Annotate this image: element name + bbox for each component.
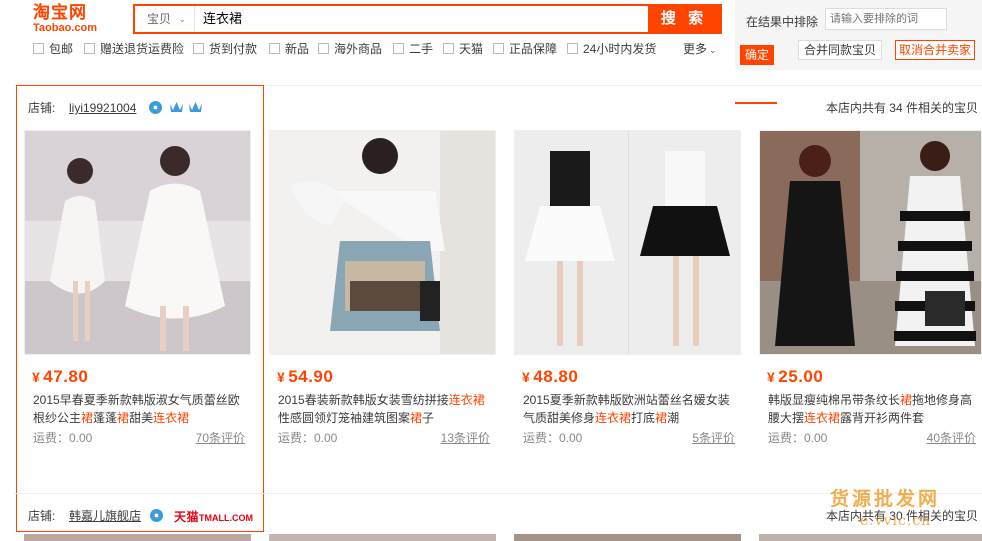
filter-label: 包邮 [49,42,74,56]
shipping-fee: 运费：0.00 [33,431,93,445]
checkbox[interactable] [84,43,95,54]
unmerge-sellers-button[interactable]: 取消合并卖家 [895,40,975,60]
checkbox[interactable] [269,43,280,54]
shop-item-count[interactable]: 本店内共有 34 件相关的宝贝 [826,98,978,118]
filter-cod[interactable]: 货到付款 [193,40,257,58]
filter-label: 二手 [409,42,434,56]
search-type-label: 宝贝 [147,12,172,26]
more-label: 更多 [683,42,708,56]
review-count-link[interactable]: 70条评价 [196,429,245,446]
filter-label: 海外商品 [334,42,383,56]
search-button[interactable]: 搜 索 [648,4,720,34]
merge-same-items-button[interactable]: 合并同款宝贝 [798,40,882,60]
watermark-text-en: e.vvic.cn [860,513,932,529]
filter-row: 包邮 赠送退货运费险 货到付款 新品 海外商品 二手 天猫 正品保障 24小时内… [0,40,735,58]
checkbox[interactable] [318,43,329,54]
review-count-link[interactable]: 13条评价 [441,429,490,446]
filter-label: 赠送退货运费险 [100,42,185,56]
product-title-link[interactable]: 2015早春夏季新款韩版淑女气质蕾丝欧根纱公主裙蓬蓬裙甜美连衣裙 [33,391,245,427]
filter-free-shipping[interactable]: 包邮 [33,40,73,58]
shipping-fee: 运费：0.00 [523,431,583,445]
search-type-select[interactable]: 宝贝 ⌄ [135,6,195,32]
product-title-link[interactable]: 韩版显瘦纯棉吊带条纹长裙拖地修身高腰大摆连衣裙露背开衫两件套 [768,391,980,427]
product-price: ¥54.90 [277,367,334,386]
search-bar: 宝贝 ⌄ 搜 索 [133,4,722,34]
filter-label: 新品 [285,42,310,56]
product-price: ¥47.80 [32,367,89,386]
product-image[interactable] [514,130,741,355]
review-count-link[interactable]: 5条评价 [692,429,735,446]
product-card[interactable]: ¥47.80 2015早春夏季新款韩版淑女气质蕾丝欧根纱公主裙蓬蓬裙甜美连衣裙 … [24,130,251,450]
product-card[interactable]: ¥48.80 2015夏季新款韩版欧洲站蕾丝名媛女装气质甜美修身连衣裙打底裙潮 … [514,130,741,450]
filter-label: 正品保障 [509,42,558,56]
taobao-logo[interactable]: 淘宝网 Taobao.com [33,4,113,36]
filter-overseas[interactable]: 海外商品 [318,40,382,58]
product-image[interactable] [269,534,496,541]
checkbox[interactable] [443,43,454,54]
product-card[interactable]: ¥54.90 2015春装新款韩版女装雪纺拼接连衣裙性感圆领灯笼袖建筑图案裙子 … [269,130,496,450]
checkbox[interactable] [393,43,404,54]
product-image[interactable] [24,534,251,541]
exclude-input[interactable] [825,8,947,30]
shipping-fee: 运费：0.00 [768,431,828,445]
checkbox[interactable] [33,43,44,54]
product-card[interactable]: ¥25.00 韩版显瘦纯棉吊带条纹长裙拖地修身高腰大摆连衣裙露背开衫两件套 运费… [759,130,982,450]
watermark-text-cn: 货源批发网 [830,488,941,510]
chevron-down-icon: ⌄ [178,14,186,24]
logo-text-cn: 淘宝网 [33,3,87,22]
search-input[interactable] [197,6,651,32]
product-image[interactable] [24,130,251,355]
filter-label: 24小时内发货 [583,42,657,56]
product-image[interactable] [269,130,496,355]
filter-tmall[interactable]: 天猫 [443,40,483,58]
chevron-down-icon: ⌄ [709,45,717,55]
product-price: ¥48.80 [522,367,579,386]
product-price: ¥25.00 [767,367,824,386]
filter-label: 天猫 [459,42,484,56]
exclude-label: 在结果中排除 [746,15,819,29]
filter-return-insurance[interactable]: 赠送退货运费险 [84,40,184,58]
filter-new[interactable]: 新品 [269,40,309,58]
product-title-link[interactable]: 2015春装新款韩版女装雪纺拼接连衣裙性感圆领灯笼袖建筑图案裙子 [278,391,490,427]
filter-24h-ship[interactable]: 24小时内发货 [567,40,656,58]
logo-text-en: Taobao.com [33,22,97,34]
product-image[interactable] [759,130,982,355]
checkbox[interactable] [493,43,504,54]
filter-secondhand[interactable]: 二手 [393,40,433,58]
watermark: 货源批发网 e.vvic.cn [830,484,982,541]
confirm-button[interactable]: 确定 [740,45,774,65]
wangwang-icon[interactable]: ● [150,509,163,522]
product-title-link[interactable]: 2015夏季新款韩版欧洲站蕾丝名媛女装气质甜美修身连衣裙打底裙潮 [523,391,735,427]
checkbox[interactable] [567,43,578,54]
filter-genuine[interactable]: 正品保障 [493,40,557,58]
product-image[interactable] [514,534,741,541]
shop-label: 店铺: [28,509,56,523]
more-filters-button[interactable]: 更多 ⌄ [683,40,717,58]
filter-label: 货到付款 [209,42,258,56]
tmall-logo: 天猫TMALL.COM [174,510,254,524]
review-count-link[interactable]: 40条评价 [927,429,976,446]
shop-name-link[interactable]: 韩嘉儿旗舰店 [69,506,141,526]
checkbox[interactable] [193,43,204,54]
shipping-fee: 运费：0.00 [278,431,338,445]
active-tab-indicator [735,102,777,104]
